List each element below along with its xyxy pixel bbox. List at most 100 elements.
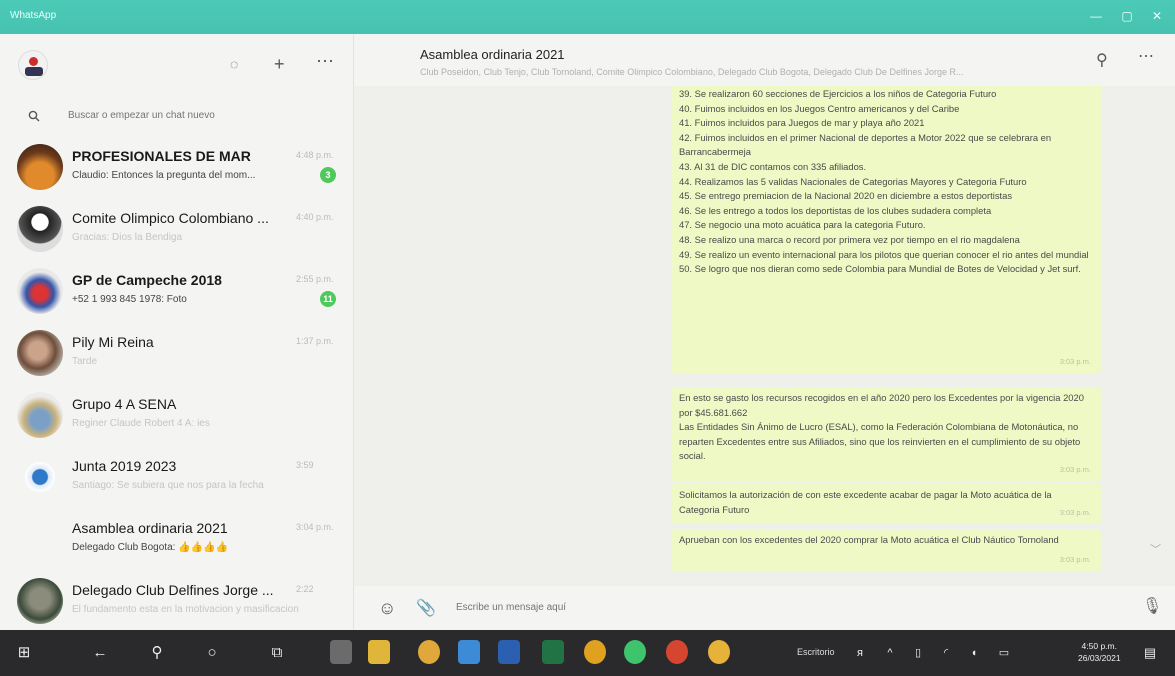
- message-line: 50. Se logro que nos dieran como sede Co…: [679, 263, 1081, 275]
- chrome-icon[interactable]: [418, 640, 440, 664]
- chat-time: 1:37 p.m.: [296, 336, 334, 346]
- title-bar: WhatsApp — ▢ ✕: [0, 0, 1175, 34]
- volume-icon[interactable]: ◖: [966, 640, 982, 666]
- message-time: 3:03 p.m.: [1059, 508, 1091, 518]
- message-line: 45. Se entrego premiacion de la Nacional…: [679, 190, 1013, 202]
- maximize-icon[interactable]: ▢: [1116, 6, 1138, 26]
- battery-icon[interactable]: ▯: [910, 640, 926, 666]
- scroll-down-icon[interactable]: ﹀: [1150, 541, 1161, 557]
- menu-icon[interactable]: ⋯: [1138, 46, 1154, 66]
- message-line: 48. Se realizo una marca o record por pr…: [679, 233, 1020, 245]
- app-icon[interactable]: [666, 640, 688, 664]
- chat-list-sidebar: ◌ + ⋯ PROFESIONALES DE MAR 4:48 p.m. Cla…: [0, 34, 354, 630]
- message-line: 44. Realizamos las 5 validas Nacionales …: [679, 175, 1027, 187]
- whatsapp-icon[interactable]: [624, 640, 646, 664]
- minimize-icon[interactable]: —: [1085, 6, 1107, 26]
- message-line: Solicitamos la autorización de con este …: [679, 489, 1052, 515]
- new-chat-icon[interactable]: +: [274, 54, 285, 75]
- app-icon[interactable]: [458, 640, 480, 664]
- system-clock[interactable]: 4:50 p.m. 26/03/2021: [1078, 640, 1121, 664]
- message-line: Aprueban con los excedentes del 2020 com…: [679, 534, 1059, 545]
- windows-taskbar: ⊞ ← ⚲ ○ ⧉ Escritorio ᴙ ^ ▯ ◜ ◖ ▭ 4:50 p.…: [0, 630, 1175, 676]
- message-input[interactable]: [456, 602, 1056, 613]
- file-explorer-icon[interactable]: [368, 640, 390, 664]
- task-view-icon[interactable]: ⧉: [265, 640, 289, 666]
- chat-name: Pily Mi Reina: [72, 334, 154, 350]
- search-bar[interactable]: [0, 100, 353, 134]
- back-arrow-icon[interactable]: ←: [88, 640, 112, 666]
- chrome-icon[interactable]: [708, 640, 730, 664]
- message-line: 46. Se les entrego a todos los deportist…: [679, 204, 992, 216]
- keyboard-icon[interactable]: ▭: [996, 640, 1012, 666]
- message-time: 3:03 p.m.: [1059, 465, 1091, 475]
- excel-icon[interactable]: [542, 640, 564, 664]
- app-icon[interactable]: [584, 640, 606, 664]
- conversation-title: Asamblea ordinaria 2021: [420, 47, 565, 62]
- cortana-icon[interactable]: ○: [200, 640, 224, 666]
- chat-item[interactable]: Comite Olimpico Colombiano ... 4:40 p.m.…: [0, 198, 353, 260]
- message-area[interactable]: 39. Se realizaron 60 secciones de Ejerci…: [354, 86, 1175, 586]
- chat-time: 3:59: [296, 460, 314, 470]
- chat-name: GP de Campeche 2018: [72, 272, 222, 288]
- people-icon[interactable]: ᴙ: [852, 640, 868, 666]
- menu-icon[interactable]: ⋯: [316, 51, 334, 72]
- message-line: 41. Fuimos incluidos para Juegos de mar …: [679, 117, 925, 129]
- conversation-header[interactable]: Asamblea ordinaria 2021 Club Poseidon, C…: [354, 34, 1175, 86]
- chat-item-selected[interactable]: Asamblea ordinaria 2021 3:04 p.m. Delega…: [0, 508, 353, 570]
- wifi-icon[interactable]: ◜: [938, 640, 954, 666]
- sidebar-header: ◌ + ⋯: [0, 34, 353, 92]
- chat-item[interactable]: GP de Campeche 2018 2:55 p.m. +52 1 993 …: [0, 260, 353, 322]
- clock-time: 4:50 p.m.: [1081, 641, 1117, 651]
- chat-preview: Gracias: Dios la Bendiga: [72, 232, 183, 243]
- chevron-up-icon[interactable]: ^: [882, 640, 898, 666]
- chat-name: PROFESIONALES DE MAR: [72, 148, 251, 164]
- message-bubble: En esto se gasto los recursos recogidos …: [671, 387, 1101, 481]
- notifications-icon[interactable]: ▤: [1140, 640, 1160, 666]
- my-avatar[interactable]: [18, 50, 48, 80]
- search-icon: [28, 110, 40, 122]
- message-time: 3:03 p.m.: [1059, 357, 1091, 367]
- chat-preview: Tarde: [72, 356, 98, 367]
- unread-badge: 11: [320, 291, 336, 307]
- chat-preview: Claudio: Entonces la pregunta del mom...: [72, 170, 256, 181]
- status-icon[interactable]: ◌: [230, 56, 238, 72]
- message-line: 47. Se negocio una moto acuática para la…: [679, 219, 926, 231]
- conversation-members: Club Poseidon, Club Tenjo, Club Tornolan…: [420, 67, 964, 77]
- message-line: En esto se gasto los recursos recogidos …: [679, 392, 1084, 418]
- emoji-icon[interactable]: ☺: [378, 598, 396, 619]
- desktop-label[interactable]: Escritorio: [797, 647, 835, 657]
- message-line: 40. Fuimos incluidos en los Juegos Centr…: [679, 102, 960, 114]
- search-icon[interactable]: ⚲: [145, 640, 169, 666]
- microphone-icon[interactable]: 🎙: [1142, 596, 1162, 616]
- chat-item[interactable]: PROFESIONALES DE MAR 4:48 p.m. Claudio: …: [0, 136, 353, 198]
- chat-preview: Santiago: Se subiera que nos para la fec…: [72, 480, 264, 491]
- chat-item[interactable]: Junta 2019 2023 3:59 Santiago: Se subier…: [0, 446, 353, 508]
- avatar: [17, 268, 63, 314]
- avatar: [17, 330, 63, 376]
- chat-item[interactable]: Delegado Club Delfines Jorge ... 2:22 El…: [0, 570, 353, 630]
- attach-icon[interactable]: 📎: [416, 598, 436, 618]
- message-line: 42. Fuimos incluidos en el primer Nacion…: [679, 131, 1052, 158]
- app-icon[interactable]: [330, 640, 352, 664]
- chat-preview: El fundamento esta en la motivacion y ma…: [72, 604, 299, 615]
- chat-time: 2:55 p.m.: [296, 274, 334, 284]
- chat-preview: Reginer Claude Robert 4 A: ies: [72, 418, 210, 429]
- message-line: 43. Al 31 de DIC contamos con 335 afilia…: [679, 160, 867, 172]
- chat-time: 4:40 p.m.: [296, 212, 334, 222]
- chat-time: 3:04 p.m.: [296, 522, 334, 532]
- avatar: [25, 462, 55, 492]
- close-icon[interactable]: ✕: [1146, 6, 1168, 26]
- windows-start-icon[interactable]: ⊞: [10, 640, 38, 666]
- word-icon[interactable]: [498, 640, 520, 664]
- message-bubble: Solicitamos la autorización de con este …: [671, 484, 1101, 524]
- chat-name: Comite Olimpico Colombiano ...: [72, 210, 269, 226]
- chat-item[interactable]: Pily Mi Reina 1:37 p.m. Tarde: [0, 322, 353, 384]
- search-icon[interactable]: ⚲: [1096, 50, 1108, 70]
- chat-name: Delegado Club Delfines Jorge ...: [72, 582, 274, 598]
- chat-preview: Delegado Club Bogota: 👍👍👍👍: [72, 542, 228, 553]
- avatar: [17, 144, 63, 190]
- app-title: WhatsApp: [10, 10, 57, 21]
- search-input[interactable]: [68, 110, 328, 121]
- chat-item[interactable]: Grupo 4 A SENA Reginer Claude Robert 4 A…: [0, 384, 353, 446]
- chat-preview: +52 1 993 845 1978: Foto: [72, 294, 187, 305]
